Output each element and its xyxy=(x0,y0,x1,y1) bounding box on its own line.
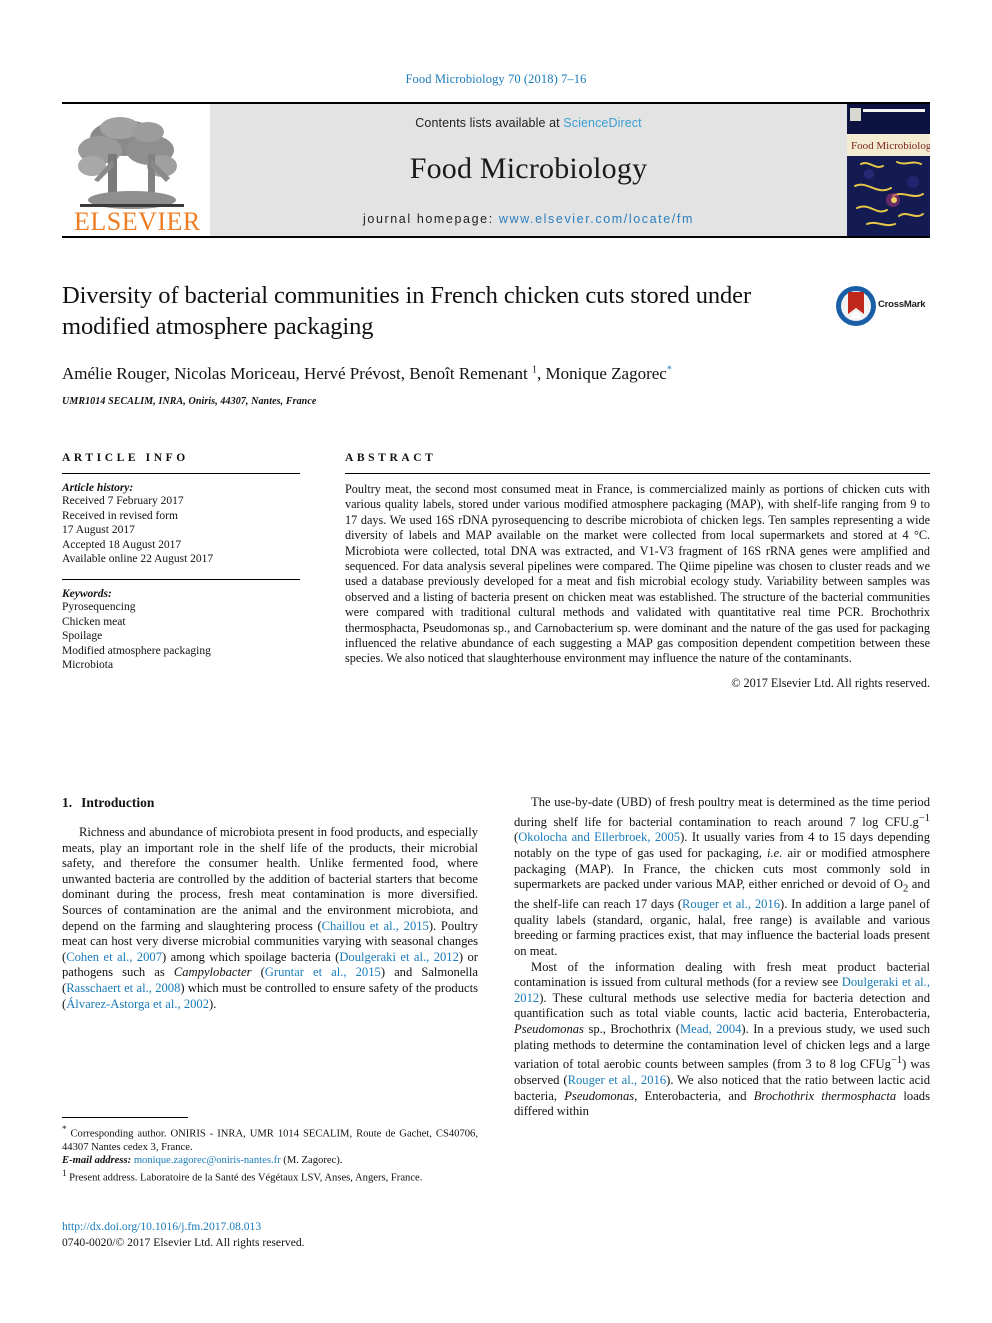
keyword-item: Pyrosequencing xyxy=(62,600,136,613)
footnote-corresponding-author: * Corresponding author. ONIRIS - INRA, U… xyxy=(62,1123,478,1154)
history-line: Received 7 February 2017 xyxy=(62,495,184,507)
latin-ie: i.e. xyxy=(767,845,783,860)
article-info-column: ARTICLE INFO Article history: Received 7… xyxy=(62,452,300,673)
section-number: 1. xyxy=(62,795,73,810)
affiliation: UMR1014 SECALIM, INRA, Oniris, 44307, Na… xyxy=(62,396,317,407)
section-title-introduction: 1. Introduction xyxy=(62,795,478,811)
footnote-email: E-mail address: monique.zagorec@oniris-n… xyxy=(62,1154,478,1167)
history-line: Received in revised form xyxy=(62,509,178,522)
doi-link[interactable]: http://dx.doi.org/10.1016/j.fm.2017.08.0… xyxy=(62,1220,261,1233)
text-run: (M. Zagorec). xyxy=(280,1154,343,1166)
body-column-left: 1. Introduction Richness and abundance of… xyxy=(62,795,478,1012)
svg-text:Food Microbiology: Food Microbiology xyxy=(851,140,930,152)
citation-okolocha[interactable]: Okolocha and Ellerbroek, 2005 xyxy=(518,830,680,844)
elsevier-logo: ELSEVIER xyxy=(62,104,210,236)
text-run: Corresponding author. ONIRIS - INRA, UMR… xyxy=(62,1128,478,1153)
citation-rasschaert[interactable]: Rasschaert et al., 2008 xyxy=(66,981,180,995)
superscript-minus-one: −1 xyxy=(918,812,930,824)
homepage-url[interactable]: www.elsevier.com/locate/fm xyxy=(499,212,694,226)
contents-available-line: Contents lists available at ScienceDirec… xyxy=(210,104,847,130)
issn-copyright-line: 0740-0020/© 2017 Elsevier Ltd. All right… xyxy=(62,1236,305,1249)
history-line: Available online 22 August 2017 xyxy=(62,553,214,566)
contents-bar: Contents lists available at ScienceDirec… xyxy=(210,104,847,236)
author-list: Amélie Rouger, Nicolas Moriceau, Hervé P… xyxy=(62,364,930,384)
keywords-rule xyxy=(62,578,300,580)
corresponding-author-marker[interactable]: * xyxy=(667,364,672,375)
text-run: sp., Brochothrix ( xyxy=(583,1022,680,1037)
journal-masthead: ELSEVIER Contents lists available at Sci… xyxy=(62,102,930,238)
text-run: , Enterobacteria, and xyxy=(634,1088,754,1103)
footnote-separator xyxy=(62,1117,188,1118)
species-brochothrix: Brochothrix thermosphacta xyxy=(753,1088,897,1103)
history-line: 17 August 2017 xyxy=(62,524,135,537)
body-column-right: The use-by-date (UBD) of fresh poultry m… xyxy=(514,795,930,1120)
abstract-heading: ABSTRACT xyxy=(345,452,437,464)
text-run: ). These cultural methods use selective … xyxy=(514,990,930,1021)
citation-rouger-1[interactable]: Rouger et al., 2016 xyxy=(682,897,780,911)
intro-paragraph-1: Richness and abundance of microbiota pre… xyxy=(62,825,478,1012)
species-pseudomonas-2: Pseudomonas xyxy=(564,1088,635,1103)
footnotes-block: * Corresponding author. ONIRIS - INRA, U… xyxy=(62,1117,478,1185)
email-link[interactable]: monique.zagorec@oniris-nantes.fr xyxy=(134,1155,281,1166)
footnote-present-address: 1 Present address. Laboratoire de la San… xyxy=(62,1167,478,1185)
email-label: E-mail address: xyxy=(62,1154,132,1166)
keyword-item: Spoilage xyxy=(62,630,103,643)
keyword-item: Modified atmosphere packaging xyxy=(62,644,211,657)
journal-cover-thumbnail: Food Microbiology xyxy=(847,104,930,236)
article-info-rule xyxy=(62,473,300,474)
contents-prefix: Contents lists available at xyxy=(415,116,564,130)
citation-mead[interactable]: Mead, 2004 xyxy=(680,1022,741,1036)
crossmark-badge[interactable]: CrossMark xyxy=(834,284,930,330)
history-line: Accepted 18 August 2017 xyxy=(62,538,182,551)
svg-text:ELSEVIER: ELSEVIER xyxy=(74,207,201,236)
homepage-label: journal homepage: xyxy=(363,212,499,226)
crossmark-label: CrossMark xyxy=(878,299,926,310)
title-block: Diversity of bacterial communities in Fr… xyxy=(62,280,930,407)
article-info-heading: ARTICLE INFO xyxy=(62,452,189,464)
species-pseudomonas: Pseudomonas xyxy=(514,1022,584,1037)
page-title: Diversity of bacterial communities in Fr… xyxy=(62,282,752,340)
keywords-label: Keywords: xyxy=(62,587,112,600)
keyword-item: Chicken meat xyxy=(62,615,126,628)
citation-chaillou[interactable]: Chaillou et al., 2015 xyxy=(322,919,429,933)
journal-name: Food Microbiology xyxy=(409,152,648,185)
text-run: Richness and abundance of microbiota pre… xyxy=(62,825,478,933)
journal-homepage-line: journal homepage: www.elsevier.com/locat… xyxy=(210,212,847,226)
text-run: ( xyxy=(251,965,265,980)
article-history-label: Article history: xyxy=(62,482,134,494)
abstract-rule xyxy=(345,473,930,474)
running-head: Food Microbiology 70 (2018) 7–16 xyxy=(405,72,587,86)
citation-cohen[interactable]: Cohen et al., 2007 xyxy=(66,950,162,964)
citation-doulgeraki[interactable]: Doulgeraki et al., 2012 xyxy=(339,950,459,964)
abstract-text: Poultry meat, the second most consumed m… xyxy=(345,482,930,666)
species-campylobacter: Campylobacter xyxy=(173,965,252,980)
right-paragraph-1: The use-by-date (UBD) of fresh poultry m… xyxy=(514,795,930,960)
journal-article-page: Food Microbiology 70 (2018) 7–16 ELSEVIE… xyxy=(0,0,992,1323)
authors-part-2: , Monique Zagorec xyxy=(537,364,667,383)
keyword-item: Microbiota xyxy=(62,659,114,672)
citation-rouger-2[interactable]: Rouger et al., 2016 xyxy=(568,1073,667,1087)
text-run: The use-by-date (UBD) of fresh poultry m… xyxy=(514,795,930,829)
abstract-copyright: © 2017 Elsevier Ltd. All rights reserved… xyxy=(731,675,930,690)
right-paragraph-2: Most of the information dealing with fre… xyxy=(514,960,930,1120)
citation-alvarez[interactable]: Álvarez-Astorga et al., 2002 xyxy=(66,997,209,1011)
abstract-column: ABSTRACT Poultry meat, the second most c… xyxy=(345,452,930,691)
sciencedirect-link[interactable]: ScienceDirect xyxy=(563,116,641,130)
authors-part-1: Amélie Rouger, Nicolas Moriceau, Hervé P… xyxy=(62,364,532,383)
section-label: Introduction xyxy=(81,795,155,810)
crossmark-icon xyxy=(836,286,876,326)
text-run: Present address. Laboratoire de la Santé… xyxy=(66,1172,423,1184)
superscript-minus-one-b: −1 xyxy=(890,1055,903,1067)
text-run: ). xyxy=(209,996,217,1011)
citation-gruntar[interactable]: Gruntar et al., 2015 xyxy=(265,965,381,979)
text-run: ) among which spoilage bacteria ( xyxy=(162,949,340,964)
